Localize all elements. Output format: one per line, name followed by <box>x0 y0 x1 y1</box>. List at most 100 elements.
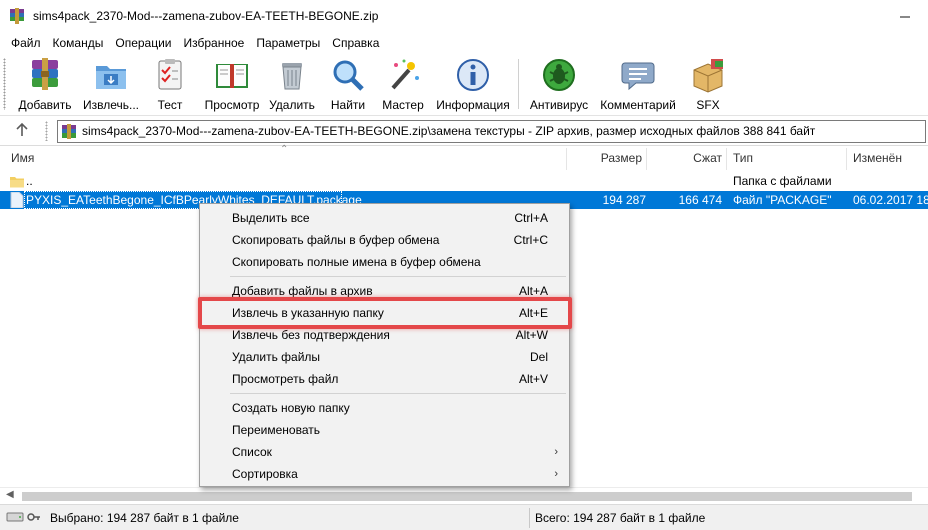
ctx-label: Удалить файлы <box>232 350 321 364</box>
delete-button[interactable]: Удалить <box>266 56 318 114</box>
find-label: Найти <box>330 98 366 112</box>
winrar-app-icon[interactable] <box>9 8 25 24</box>
address-path: sims4pack_2370-Mod---zamena-zubov-EA-TEE… <box>82 124 816 138</box>
column-divider[interactable] <box>846 148 847 170</box>
submenu-arrow-icon: › <box>554 468 558 480</box>
column-modified-header[interactable]: Изменён <box>853 146 902 170</box>
file-size: 194 287 <box>602 193 646 207</box>
submenu-arrow-icon: › <box>554 446 558 458</box>
test-clipboard-icon <box>158 59 182 90</box>
column-divider[interactable] <box>566 148 567 170</box>
ctx-sort[interactable]: Сортировка › <box>201 463 568 485</box>
add-label: Добавить <box>18 98 72 112</box>
sfx-box-icon <box>693 59 723 93</box>
add-archive-icon <box>32 58 58 90</box>
ctx-shortcut: Alt+V <box>518 372 548 386</box>
trash-icon <box>282 63 302 90</box>
menu-options[interactable]: Параметры <box>250 33 326 53</box>
antivirus-label: Антивирус <box>529 98 589 112</box>
address-bar: sims4pack_2370-Mod---zamena-zubov-EA-TEE… <box>0 117 928 146</box>
sort-caret-icon: ⌃ <box>280 144 289 155</box>
column-size-header[interactable]: Размер <box>568 146 642 170</box>
info-button[interactable]: Информация <box>434 56 512 114</box>
ctx-delete-files[interactable]: Удалить файлы Del <box>201 346 568 368</box>
file-name: .. <box>26 174 33 188</box>
context-menu: Выделить все Ctrl+A Скопировать файлы в … <box>199 203 570 487</box>
ctx-label: Скопировать полные имена в буфер обмена <box>232 255 481 269</box>
view-button[interactable]: Просмотр <box>201 56 263 114</box>
ctx-copy-full-names[interactable]: Скопировать полные имена в буфер обмена <box>201 251 568 273</box>
magnifier-icon <box>333 60 364 91</box>
ctx-shortcut: Ctrl+A <box>514 211 548 225</box>
ctx-label: Выделить все <box>232 211 310 225</box>
ctx-shortcut: Ctrl+C <box>513 233 548 247</box>
folder-icon <box>10 177 24 188</box>
info-label: Информация <box>436 98 510 112</box>
title-bar: sims4pack_2370-Mod---zamena-zubov-EA-TEE… <box>0 0 928 33</box>
view-label: Просмотр <box>204 98 260 112</box>
menu-bar: Файл Команды Операции Избранное Параметр… <box>0 33 928 53</box>
ctx-view-file[interactable]: Просмотреть файл Alt+V <box>201 368 568 390</box>
ctx-shortcut: Del <box>529 350 548 364</box>
up-folder-button[interactable] <box>14 122 34 140</box>
file-modified: 06.02.2017 18: <box>853 193 928 207</box>
toolbar-grip[interactable] <box>3 58 6 110</box>
ctx-label: Переименовать <box>232 423 320 437</box>
ctx-new-folder[interactable]: Создать новую папку <box>201 397 568 419</box>
antivirus-bug-icon <box>543 59 575 91</box>
file-type: Папка с файлами <box>733 174 832 188</box>
ctx-label: Просмотреть файл <box>232 372 339 386</box>
ctx-rename[interactable]: Переименовать <box>201 419 568 441</box>
wizard-label: Мастер <box>382 98 424 112</box>
minimize-button[interactable] <box>882 0 928 33</box>
info-icon <box>457 59 489 91</box>
menu-file[interactable]: Файл <box>5 33 47 53</box>
archive-icon <box>62 124 76 139</box>
extract-folder-icon <box>96 66 126 89</box>
antivirus-button[interactable]: Антивирус <box>526 56 592 114</box>
ctx-label: Сортировка <box>232 467 298 481</box>
ctx-select-all[interactable]: Выделить все Ctrl+A <box>201 207 568 229</box>
column-type-header[interactable]: Тип <box>733 146 753 170</box>
menu-commands[interactable]: Команды <box>47 33 110 53</box>
ctx-separator <box>230 276 566 277</box>
horizontal-scrollbar[interactable]: ◀ <box>0 487 928 504</box>
menu-help[interactable]: Справка <box>326 33 385 53</box>
extract-button[interactable]: Извлечь... <box>78 56 144 114</box>
toolbar-separator <box>518 59 519 109</box>
menu-operations[interactable]: Операции <box>109 33 177 53</box>
menu-favorites[interactable]: Избранное <box>178 33 251 53</box>
window-title: sims4pack_2370-Mod---zamena-zubov-EA-TEE… <box>33 9 379 23</box>
add-button[interactable]: Добавить <box>15 56 75 114</box>
arrow-up-icon <box>16 122 28 136</box>
address-field[interactable]: sims4pack_2370-Mod---zamena-zubov-EA-TEE… <box>57 120 926 143</box>
find-button[interactable]: Найти <box>326 56 370 114</box>
file-row-parent[interactable]: .. Папка с файлами <box>0 172 928 190</box>
ctx-separator <box>230 393 566 394</box>
column-packed-header[interactable]: Сжат <box>646 146 722 170</box>
file-packed-size: 166 474 <box>678 193 722 207</box>
sfx-button[interactable]: SFX <box>686 56 730 114</box>
column-divider[interactable] <box>726 148 727 170</box>
sfx-label: SFX <box>696 98 720 112</box>
address-grip <box>45 121 48 141</box>
highlight-annotation <box>198 297 572 329</box>
magic-wand-icon <box>391 59 419 90</box>
key-icon <box>27 513 40 521</box>
ctx-label: Скопировать файлы в буфер обмена <box>232 233 440 247</box>
test-button[interactable]: Тест <box>150 56 190 114</box>
ctx-label: Создать новую папку <box>232 401 350 415</box>
ctx-list-view[interactable]: Список › <box>201 441 568 463</box>
scrollbar-thumb[interactable] <box>22 492 912 501</box>
scroll-left-arrow-icon[interactable]: ◀ <box>6 489 14 500</box>
status-bar: Выбрано: 194 287 байт в 1 файле Всего: 1… <box>0 504 928 530</box>
ctx-copy-files[interactable]: Скопировать файлы в буфер обмена Ctrl+C <box>201 229 568 251</box>
minimize-icon <box>900 16 910 17</box>
drive-icon <box>6 512 24 522</box>
wizard-button[interactable]: Мастер <box>380 56 426 114</box>
delete-label: Удалить <box>269 98 315 112</box>
comment-button[interactable]: Комментарий <box>598 56 678 114</box>
view-book-icon <box>216 64 248 88</box>
column-name-header[interactable]: Имя <box>11 146 34 170</box>
comment-icon <box>621 62 655 91</box>
